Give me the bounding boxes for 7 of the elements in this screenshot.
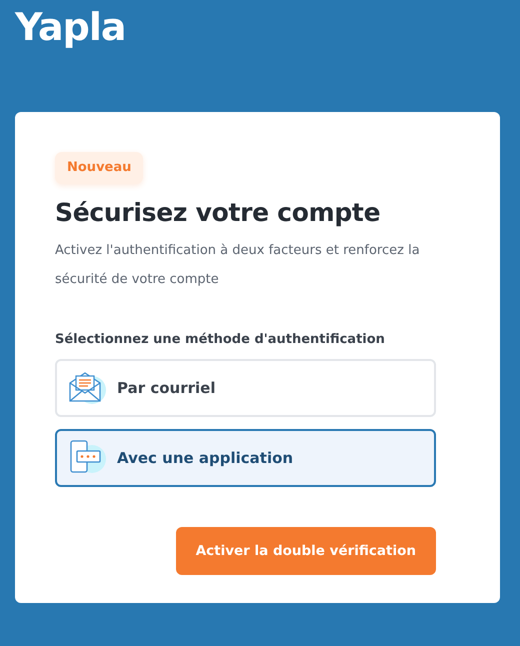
methods-label: Sélectionnez une méthode d'authentification [55, 330, 386, 348]
description: Activez l'authentification à deux facteurs et renforcez la sécurité de votre compte [55, 242, 421, 288]
method-option[interactable]: Par courriel [55, 359, 436, 417]
logo: Yapla [14, 4, 127, 51]
method-option[interactable]: Avec une application [55, 429, 436, 487]
page-title: Sécurisez votre compte [55, 198, 382, 228]
new-badge: Nouveau [55, 152, 144, 184]
